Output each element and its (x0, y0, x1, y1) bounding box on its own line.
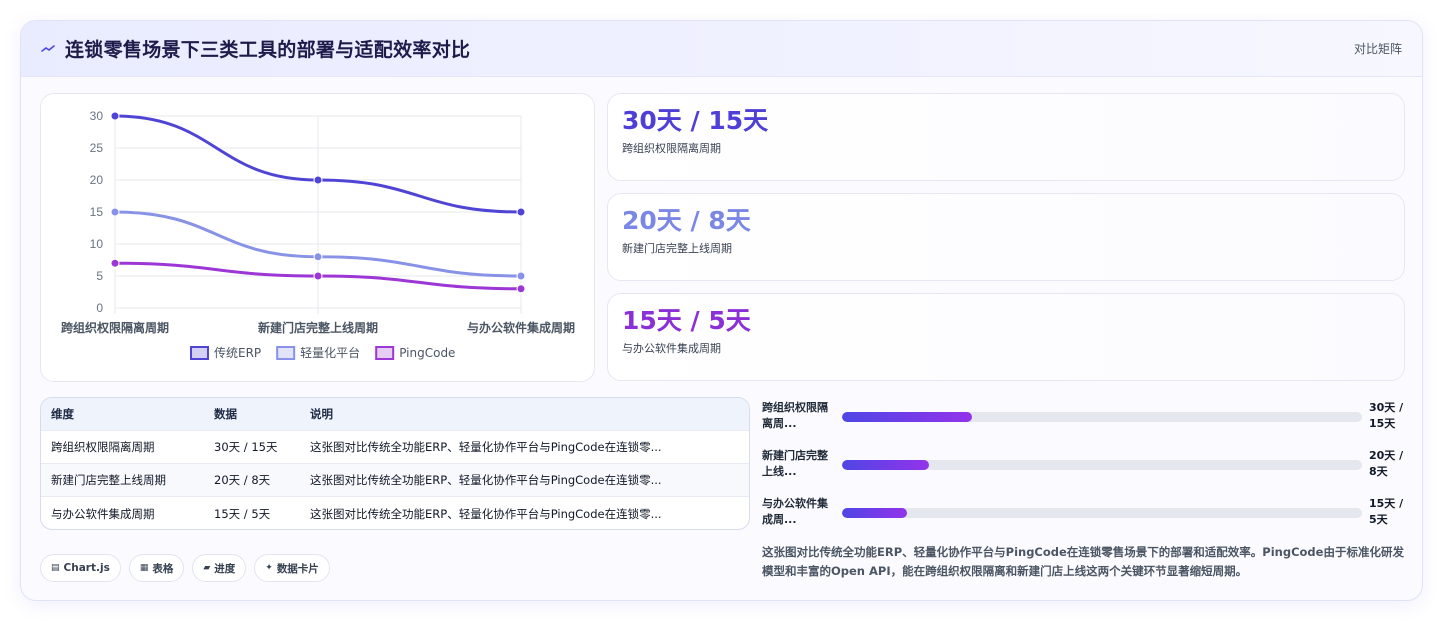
progress-row: 跨组织权限隔离周... 30天 / 15天 (762, 400, 1410, 436)
table-row: 与办公软件集成周期 15天 / 5天 这张图对比传统全功能ERP、轻量化协作平台… (41, 497, 749, 529)
x-tick-label: 新建门店完整上线周期 (258, 320, 378, 335)
legend-swatch (190, 346, 209, 360)
progress-track (842, 508, 1362, 518)
progress-label: 新建门店完整上线... (762, 449, 828, 478)
tag-list: ▤ Chart.js ▦ 表格 ▰ 进度 ✦ 数据卡片 (40, 554, 330, 582)
sparkle-icon: ✦ (265, 563, 273, 573)
y-tick-label: 15 (90, 205, 104, 219)
table-cell: 这张图对比传统全功能ERP、轻量化协作平台与PingCode在连锁零... (310, 506, 662, 521)
trend-line-icon (41, 42, 55, 56)
legend-label: 轻量化平台 (300, 345, 360, 360)
chart-icon: ▤ (51, 563, 60, 573)
y-tick-label: 0 (96, 301, 103, 315)
data-point (516, 271, 526, 281)
tag-data-cards[interactable]: ✦ 数据卡片 (254, 554, 330, 582)
y-tick-label: 10 (90, 237, 104, 251)
legend-swatch (276, 346, 296, 360)
tag-label: 表格 (152, 562, 174, 575)
table-cell: 这张图对比传统全功能ERP、轻量化协作平台与PingCode在连锁零... (310, 440, 662, 454)
table-row: 新建门店完整上线周期 20天 / 8天 这张图对比传统全功能ERP、轻量化协作平… (41, 464, 749, 497)
stat-label: 新建门店完整上线周期 (622, 242, 732, 255)
data-point (313, 252, 323, 262)
stat-label: 跨组织权限隔离周期 (622, 142, 721, 155)
summary-text: 这张图对比传统全功能ERP、轻量化协作平台与PingCode在连锁零售场景下的部… (762, 545, 1404, 578)
table-icon: ▦ (139, 563, 149, 573)
progress-label: 跨组织权限隔离周... (762, 401, 828, 430)
table-cell: 15天 / 5天 (214, 506, 271, 521)
table-header-cell: 数据 (214, 407, 237, 421)
stat-value: 20天 / 8天 (622, 206, 751, 235)
tag-label: Chart.js (63, 562, 110, 574)
line-chart: 0 5 10 15 20 25 30 跨组织权限隔离周期 新建门店完整上线周期 与办公软件集成周期… (61, 109, 575, 360)
progress-value: 20天 / 8天 (1369, 449, 1404, 478)
y-tick-label: 30 (90, 109, 104, 123)
table-cell: 与办公软件集成周期 (51, 506, 155, 521)
x-tick-label: 跨组织权限隔离周期 (61, 320, 169, 335)
progress-fill (842, 412, 972, 422)
page-title: 连锁零售场景下三类工具的部署与适配效率对比 (65, 39, 471, 61)
y-tick-label: 5 (96, 269, 103, 283)
data-point (110, 258, 120, 268)
progress-track (842, 460, 1362, 470)
data-point (313, 175, 323, 185)
data-point (516, 207, 526, 217)
data-point (313, 271, 323, 281)
legend-label: PingCode (399, 346, 455, 360)
tag-table[interactable]: ▦ 表格 (128, 554, 185, 582)
y-tick-label: 25 (90, 141, 104, 155)
tag-chartjs[interactable]: ▤ Chart.js (40, 554, 121, 582)
line-chart-panel: 0 5 10 15 20 25 30 跨组织权限隔离周期 新建门店完整上线周期 与办公软件集成周期… (40, 93, 595, 382)
progress-label: 与办公软件集成周... (762, 497, 828, 526)
legend-swatch (375, 346, 395, 360)
table-cell: 30天 / 15天 (214, 440, 278, 454)
table-cell: 这张图对比传统全功能ERP、轻量化协作平台与PingCode在连锁零... (310, 473, 662, 487)
stat-card-3: 15天 / 5天 与办公软件集成周期 (607, 293, 1405, 381)
x-tick-label: 与办公软件集成周期 (467, 320, 575, 335)
matrix-link[interactable]: 对比矩阵 (1354, 40, 1402, 57)
stat-value: 30天 / 15天 (622, 106, 769, 135)
dashboard-card: 连锁零售场景下三类工具的部署与适配效率对比 对比矩阵 0 5 10 15 20 25 30 跨… (20, 20, 1423, 601)
stat-label: 与办公软件集成周期 (622, 342, 721, 355)
table-header-cell: 说明 (310, 407, 333, 421)
stat-card-1: 30天 / 15天 跨组织权限隔离周期 (607, 93, 1405, 181)
data-point (110, 111, 120, 121)
tag-progress[interactable]: ▰ 进度 (192, 554, 247, 582)
stat-value: 15天 / 5天 (622, 306, 751, 335)
data-table: 维度 数据 说明 跨组织权限隔离周期 30天 / 15天 这张图对比传统全功能E… (40, 397, 750, 530)
card-header: 连锁零售场景下三类工具的部署与适配效率对比 对比矩阵 (21, 21, 1422, 77)
table-cell: 跨组织权限隔离周期 (51, 440, 155, 454)
tag-label: 进度 (214, 562, 236, 575)
progress-row: 与办公软件集成周... 15天 / 5天 (762, 496, 1410, 532)
progress-value: 15天 / 5天 (1369, 497, 1404, 526)
progress-fill (842, 460, 929, 470)
y-tick-label: 20 (90, 173, 104, 187)
data-point (516, 284, 526, 294)
progress-track (842, 412, 1362, 422)
table-header-cell: 维度 (51, 407, 74, 421)
table-row: 跨组织权限隔离周期 30天 / 15天 这张图对比传统全功能ERP、轻量化协作平… (41, 431, 749, 464)
header-left: 连锁零售场景下三类工具的部署与适配效率对比 (41, 35, 470, 62)
progress-fill (842, 508, 907, 518)
stat-card-2: 20天 / 8天 新建门店完整上线周期 (607, 193, 1405, 281)
progress-icon: ▰ (203, 563, 211, 573)
table-cell: 20天 / 8天 (214, 473, 271, 487)
table-cell: 新建门店完整上线周期 (51, 473, 166, 487)
legend-label: 传统ERP (214, 345, 261, 360)
tag-label: 数据卡片 (276, 562, 319, 575)
progress-value: 30天 / 15天 (1369, 401, 1404, 430)
data-point (110, 207, 120, 217)
progress-row: 新建门店完整上线... 20天 / 8天 (762, 448, 1410, 484)
table-header-row: 维度 数据 说明 (41, 398, 749, 431)
